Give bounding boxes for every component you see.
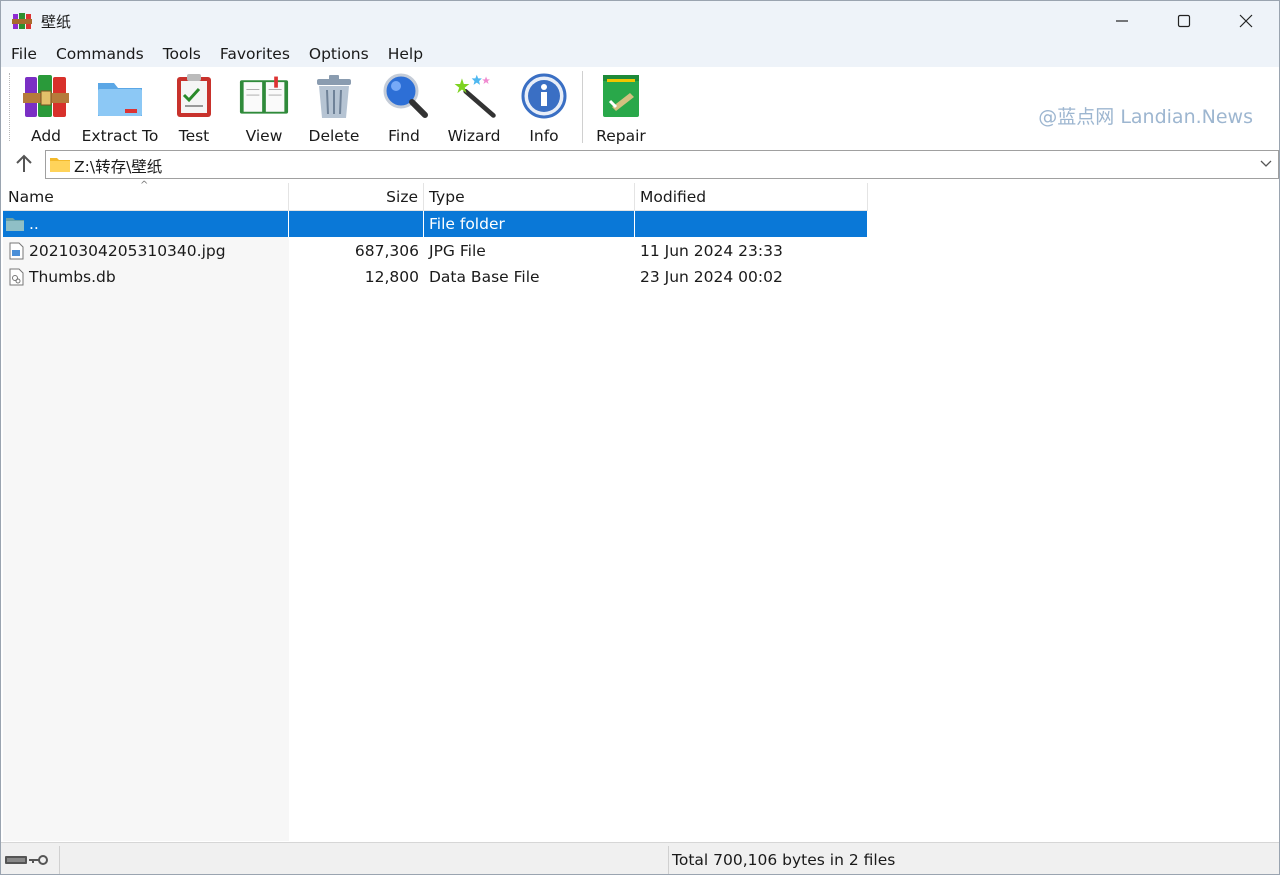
file-type: File folder xyxy=(424,211,635,237)
status-divider xyxy=(668,846,669,874)
add-button[interactable]: Add xyxy=(21,71,71,145)
watermark: @蓝点网 Landian.News xyxy=(1038,106,1253,128)
list-header: ^ Name Size Type Modified xyxy=(3,180,868,211)
find-button[interactable]: Find xyxy=(379,71,429,145)
column-header-type[interactable]: Type xyxy=(424,183,635,211)
file-size: 12,800 xyxy=(364,268,419,286)
address-bar[interactable]: Z:\转存\壁纸 xyxy=(45,150,1279,179)
file-modified: 23 Jun 2024 00:02 xyxy=(640,268,783,286)
toolbar: Add Extract To Test View Delete Find Wiz… xyxy=(1,67,1279,147)
column-header-name[interactable]: ^ Name xyxy=(3,180,289,211)
info-button[interactable]: Info xyxy=(519,71,569,145)
column-header-modified[interactable]: Modified xyxy=(635,183,868,211)
magic-wand-icon xyxy=(454,74,496,118)
menu-commands[interactable]: Commands xyxy=(46,41,153,67)
table-row[interactable]: 20210304205310340.jpg 687,306 JPG File 1… xyxy=(3,238,868,264)
file-size xyxy=(289,211,424,237)
chevron-down-icon[interactable] xyxy=(1260,159,1272,169)
winrar-app-icon xyxy=(12,13,32,29)
menu-options[interactable]: Options xyxy=(299,41,378,67)
maximize-icon xyxy=(1177,14,1191,28)
winrar-window: 壁纸 File Commands Tools Favorites Options… xyxy=(0,0,1280,875)
view-label: View xyxy=(245,127,283,145)
info-label: Info xyxy=(529,127,559,145)
file-modified: 11 Jun 2024 23:33 xyxy=(640,242,783,260)
status-divider xyxy=(59,846,60,874)
repair-label: Repair xyxy=(596,127,646,145)
file-list[interactable]: ^ Name Size Type Modified .. File folder… xyxy=(3,180,1279,841)
title-bar: 壁纸 xyxy=(1,1,1279,41)
file-type: JPG File xyxy=(429,242,486,260)
maximize-button[interactable] xyxy=(1153,1,1215,41)
status-text: Total 700,106 bytes in 2 files xyxy=(672,851,896,869)
add-label: Add xyxy=(30,127,61,145)
test-label: Test xyxy=(178,127,210,145)
toolbar-separator xyxy=(582,71,583,143)
info-icon xyxy=(521,73,567,119)
address-path: Z:\转存\壁纸 xyxy=(74,158,163,176)
table-row[interactable]: Thumbs.db 12,800 Data Base File 23 Jun 2… xyxy=(3,264,868,290)
file-modified xyxy=(635,211,868,237)
minimize-icon xyxy=(1116,20,1128,22)
repair-button[interactable]: Repair xyxy=(596,71,646,145)
menu-tools[interactable]: Tools xyxy=(153,41,210,67)
table-row-parent[interactable]: .. File folder xyxy=(3,211,868,237)
trash-icon xyxy=(317,75,351,118)
file-name: .. xyxy=(3,211,289,237)
column-header-size[interactable]: Size xyxy=(289,183,424,211)
test-clipboard-icon xyxy=(177,74,211,117)
delete-label: Delete xyxy=(308,127,360,145)
up-arrow-icon[interactable] xyxy=(13,153,35,175)
file-size: 687,306 xyxy=(354,242,419,260)
file-name: 20210304205310340.jpg xyxy=(29,242,226,260)
status-bar: Total 700,106 bytes in 2 files xyxy=(1,842,1279,874)
address-row: Z:\转存\壁纸 xyxy=(1,149,1279,181)
wizard-label: Wizard xyxy=(447,127,501,145)
close-button[interactable] xyxy=(1215,1,1277,41)
minimize-button[interactable] xyxy=(1091,1,1153,41)
extract-to-button[interactable]: Extract To xyxy=(81,71,159,145)
folder-icon xyxy=(50,158,70,172)
close-icon xyxy=(1239,14,1253,28)
drive-key-icon[interactable] xyxy=(5,851,55,869)
test-button[interactable]: Test xyxy=(169,71,219,145)
add-archive-icon xyxy=(23,75,69,117)
view-book-icon xyxy=(239,76,289,114)
file-name: Thumbs.db xyxy=(29,268,116,286)
extract-to-label: Extract To xyxy=(81,127,159,145)
repair-kit-icon xyxy=(603,75,639,117)
magnifier-icon xyxy=(383,73,428,118)
extract-folder-icon xyxy=(98,83,142,116)
menu-favorites[interactable]: Favorites xyxy=(210,41,299,67)
find-label: Find xyxy=(388,127,420,145)
file-type: Data Base File xyxy=(429,268,540,286)
menu-bar: File Commands Tools Favorites Options He… xyxy=(1,41,1279,67)
menu-file[interactable]: File xyxy=(1,41,46,67)
toolbar-grip[interactable] xyxy=(9,73,12,141)
window-title: 壁纸 xyxy=(41,13,72,31)
view-button[interactable]: View xyxy=(237,71,291,145)
delete-button[interactable]: Delete xyxy=(309,71,359,145)
wizard-button[interactable]: Wizard xyxy=(447,71,501,145)
sort-ascending-icon: ^ xyxy=(140,180,149,191)
menu-help[interactable]: Help xyxy=(378,41,432,67)
